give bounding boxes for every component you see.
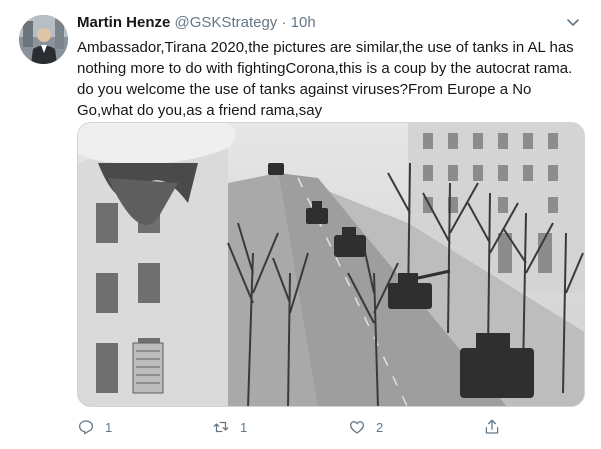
share-icon (485, 419, 499, 434)
like-button[interactable]: 2 (348, 418, 383, 436)
tweet-menu-button[interactable] (565, 14, 581, 30)
tweet-text: Ambassador,Tirana 2020,the pictures are … (77, 39, 574, 119)
tweet-actions: 1 1 2 (77, 418, 507, 442)
tweet-header: Martin Henze @GSKStrategy · 10h (77, 13, 316, 33)
like-count: 2 (376, 419, 384, 435)
reply-button[interactable]: 1 (77, 418, 112, 436)
retweet-count: 1 (240, 419, 248, 435)
avatar-photo-icon (19, 15, 68, 64)
heart-icon (349, 421, 365, 434)
reply-icon (78, 420, 94, 435)
header-separator: · (281, 14, 287, 31)
retweet-icon (213, 421, 229, 433)
avatar[interactable] (19, 15, 68, 64)
tweet-time[interactable]: 10h (291, 14, 316, 31)
photo-street-tanks-icon (78, 123, 584, 406)
tweet-media[interactable] (77, 122, 585, 407)
share-button[interactable] (483, 418, 511, 436)
chevron-down-icon (567, 19, 579, 26)
author-handle[interactable]: @GSKStrategy (175, 14, 278, 31)
retweet-button[interactable]: 1 (212, 418, 247, 436)
author-name[interactable]: Martin Henze (77, 14, 170, 31)
reply-count: 1 (105, 419, 113, 435)
